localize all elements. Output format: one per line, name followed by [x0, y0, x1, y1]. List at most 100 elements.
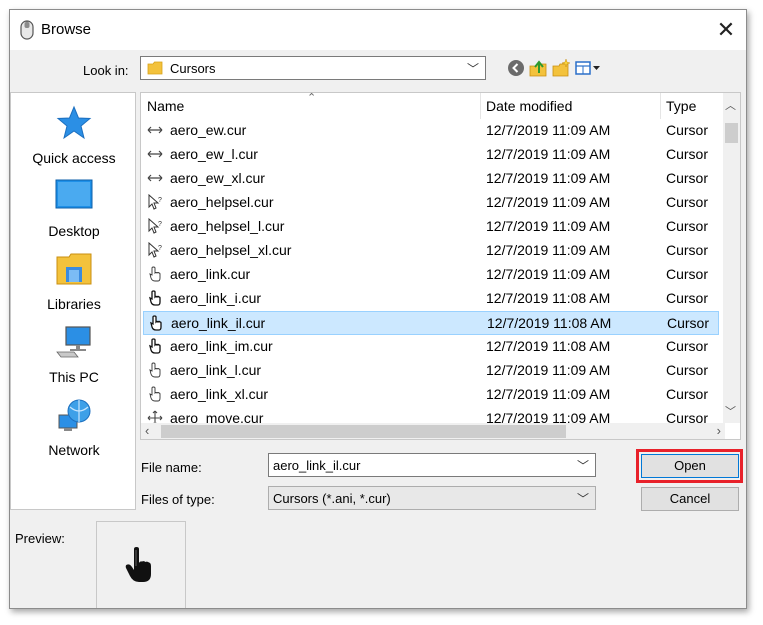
file-type: Cursor	[667, 315, 710, 331]
help-select-cursor-icon: ?	[148, 218, 162, 234]
preview-label: Preview:	[15, 531, 65, 546]
place-desktop[interactable]: Desktop	[11, 178, 137, 239]
horizontal-scrollbar[interactable]: ‹ ›	[141, 423, 725, 439]
file-row[interactable]: aero_ew_xl.cur 12/7/2019 11:09 AM Cursor	[143, 167, 719, 191]
file-type: Cursor	[666, 290, 709, 306]
place-libraries[interactable]: Libraries	[11, 251, 137, 312]
view-menu-icon[interactable]	[574, 58, 604, 78]
file-date: 12/7/2019 11:09 AM	[486, 170, 611, 186]
place-network[interactable]: Network	[11, 397, 137, 458]
file-name: aero_ew_xl.cur	[170, 170, 265, 186]
file-row[interactable]: aero_ew.cur 12/7/2019 11:09 AM Cursor	[143, 119, 719, 143]
file-type: Cursor	[666, 194, 709, 210]
file-date: 12/7/2019 11:09 AM	[486, 146, 611, 162]
files-of-type-label: Files of type:	[141, 492, 215, 507]
network-icon	[58, 399, 91, 431]
back-icon[interactable]	[506, 58, 526, 78]
column-header-name[interactable]: Name	[147, 93, 184, 119]
sort-ascending-icon: ⌃	[307, 92, 317, 104]
chevron-down-icon[interactable]: ﹀	[577, 457, 589, 474]
file-type: Cursor	[666, 266, 709, 282]
file-row[interactable]: aero_link_i.cur 12/7/2019 11:08 AM Curso…	[143, 287, 719, 311]
look-in-combo[interactable]: Cursors ﹀	[140, 56, 486, 80]
scroll-thumb[interactable]	[161, 425, 566, 438]
vertical-scrollbar[interactable]: ︿ ﹀	[723, 93, 740, 423]
scroll-thumb[interactable]	[725, 123, 738, 143]
column-separator[interactable]	[660, 93, 661, 119]
file-date: 12/7/2019 11:09 AM	[486, 386, 611, 402]
scroll-down-icon[interactable]: ﹀	[725, 403, 736, 419]
file-type: Cursor	[666, 146, 709, 162]
cancel-button[interactable]: Cancel	[641, 487, 739, 511]
file-date: 12/7/2019 11:09 AM	[486, 218, 611, 234]
mouse-icon	[20, 20, 34, 40]
file-name-value: aero_link_il.cur	[273, 458, 361, 473]
place-label: Network	[48, 442, 100, 458]
files-of-type-select[interactable]: Cursors (*.ani, *.cur) ﹀	[268, 486, 596, 510]
browse-dialog: Browse ✕ Look in: Cursors ﹀ Quick access…	[9, 9, 747, 609]
resize-horizontal-cursor-icon	[147, 126, 163, 134]
file-name: aero_link_l.cur	[170, 362, 262, 378]
chevron-down-icon: ﹀	[466, 62, 479, 76]
file-row[interactable]: aero_link_l.cur 12/7/2019 11:09 AM Curso…	[143, 359, 719, 383]
places-bar: Quick access Desktop Libraries This PC N…	[10, 92, 136, 510]
resize-horizontal-cursor-icon	[147, 150, 163, 158]
look-in-label: Look in:	[83, 63, 129, 78]
computer-icon	[56, 326, 91, 358]
file-row[interactable]: aero_link.cur 12/7/2019 11:09 AM Cursor	[143, 263, 719, 287]
scroll-left-icon[interactable]: ‹	[145, 423, 149, 438]
file-name: aero_link_i.cur	[170, 290, 262, 306]
svg-text:?: ?	[158, 245, 162, 252]
file-row[interactable]: aero_link_xl.cur 12/7/2019 11:09 AM Curs…	[143, 383, 719, 407]
hand-cursor-icon	[149, 362, 161, 378]
file-name: aero_link_il.cur	[171, 315, 266, 331]
hand-cursor-icon	[149, 386, 161, 402]
look-in-value: Cursors	[170, 61, 216, 76]
close-icon: ✕	[716, 17, 736, 42]
place-this-pc[interactable]: This PC	[11, 324, 137, 385]
file-name: aero_link_xl.cur	[170, 386, 269, 402]
file-row-selected[interactable]: aero_link_il.cur 12/7/2019 11:08 AM Curs…	[143, 311, 719, 335]
place-quick-access[interactable]: Quick access	[11, 105, 137, 166]
file-name-input[interactable]: aero_link_il.cur ﹀	[268, 453, 596, 477]
files-of-type-value: Cursors (*.ani, *.cur)	[273, 491, 391, 506]
file-name: aero_helpsel_xl.cur	[170, 242, 292, 258]
file-type: Cursor	[666, 362, 709, 378]
file-date: 12/7/2019 11:09 AM	[486, 242, 611, 258]
new-folder-icon[interactable]	[551, 58, 571, 78]
file-type: Cursor	[666, 218, 709, 234]
preview-box	[96, 521, 186, 608]
file-type: Cursor	[666, 242, 709, 258]
file-row[interactable]: ? aero_helpsel_xl.cur 12/7/2019 11:09 AM…	[143, 239, 719, 263]
svg-text:?: ?	[158, 197, 162, 204]
close-button[interactable]: ✕	[706, 10, 746, 50]
desktop-icon	[55, 179, 93, 209]
open-button[interactable]: Open	[641, 454, 739, 478]
folder-icon	[147, 61, 163, 75]
window-title: Browse	[41, 21, 92, 38]
file-date: 12/7/2019 11:09 AM	[486, 266, 611, 282]
file-type: Cursor	[666, 170, 709, 186]
file-list[interactable]: ⌃ Name Date modified Type aero_ew.cur 12…	[140, 92, 741, 440]
file-row[interactable]: aero_ew_l.cur 12/7/2019 11:09 AM Cursor	[143, 143, 719, 167]
star-icon	[56, 105, 92, 140]
place-label: Quick access	[32, 150, 116, 166]
up-folder-icon[interactable]	[528, 58, 548, 78]
hand-cursor-icon	[149, 266, 161, 282]
file-row[interactable]: ? aero_helpsel_l.cur 12/7/2019 11:09 AM …	[143, 215, 719, 239]
column-separator[interactable]	[480, 93, 481, 119]
file-name-label: File name:	[141, 460, 202, 475]
scroll-up-icon[interactable]: ︿	[725, 97, 736, 113]
scroll-right-icon[interactable]: ›	[717, 423, 721, 438]
column-header-type[interactable]: Type	[666, 93, 696, 119]
file-row[interactable]: aero_link_im.cur 12/7/2019 11:08 AM Curs…	[143, 335, 719, 359]
file-name: aero_link_im.cur	[170, 338, 273, 354]
libraries-icon	[56, 253, 92, 285]
column-header-date[interactable]: Date modified	[486, 93, 572, 119]
file-name: aero_ew_l.cur	[170, 146, 258, 162]
help-select-cursor-icon: ?	[148, 194, 162, 210]
file-type: Cursor	[666, 122, 709, 138]
file-row[interactable]: ? aero_helpsel.cur 12/7/2019 11:09 AM Cu…	[143, 191, 719, 215]
file-date: 12/7/2019 11:08 AM	[486, 338, 611, 354]
chevron-down-icon: ﹀	[576, 492, 589, 506]
